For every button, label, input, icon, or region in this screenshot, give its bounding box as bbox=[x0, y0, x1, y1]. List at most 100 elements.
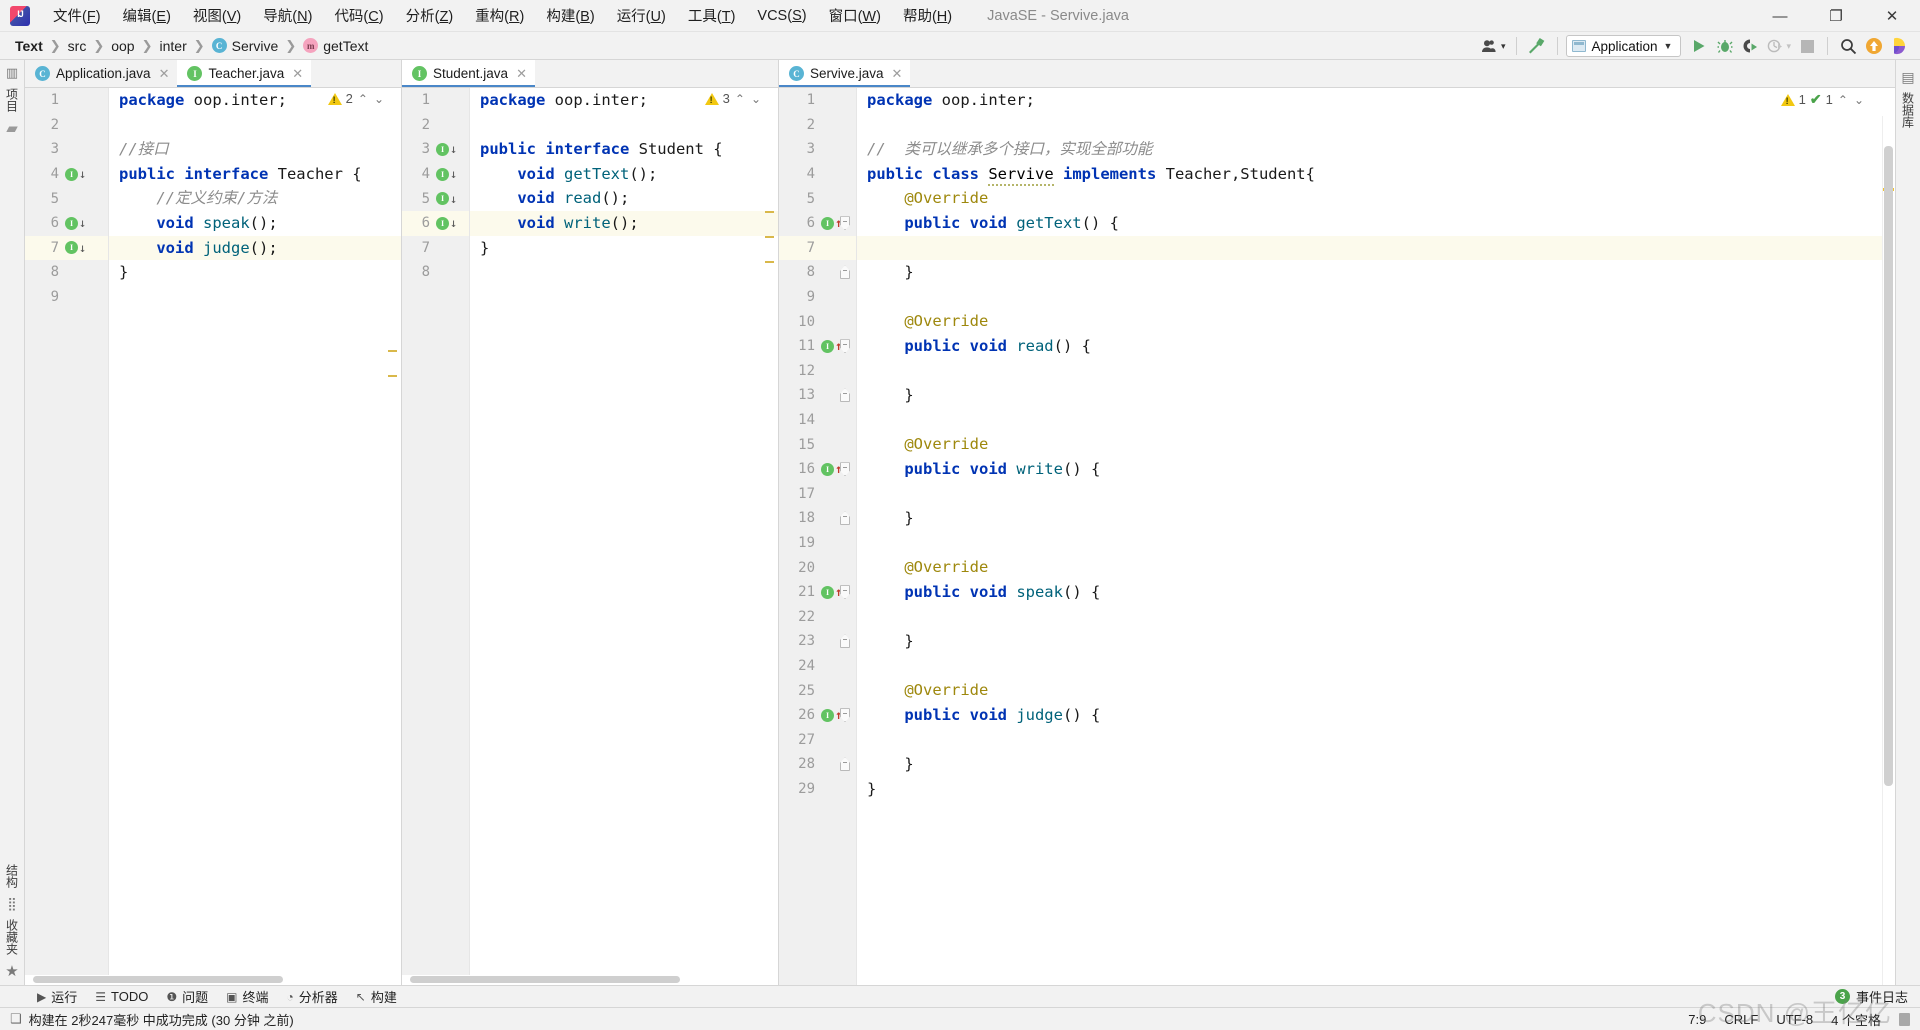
code-line[interactable] bbox=[857, 113, 1895, 138]
fold-region-end-icon[interactable] bbox=[840, 511, 850, 526]
gutter-row[interactable]: 18 bbox=[779, 506, 856, 531]
code-line[interactable]: void judge(); bbox=[109, 235, 401, 261]
gutter-row[interactable]: 8 bbox=[779, 260, 856, 285]
menu-tools[interactable]: 工具(T) bbox=[677, 2, 747, 29]
code-line[interactable] bbox=[857, 727, 1895, 752]
menu-run[interactable]: 运行(U) bbox=[606, 2, 677, 29]
structure-blocks-icon[interactable]: ⣿ bbox=[7, 897, 17, 910]
code-line[interactable]: public void getText() { bbox=[857, 211, 1895, 236]
prev-problem-button-1[interactable]: ⌃ bbox=[357, 92, 369, 106]
status-message[interactable]: 构建在 2秒247毫秒 中成功完成 (30 分钟 之前) bbox=[29, 1010, 294, 1029]
scrollbar-thumb[interactable] bbox=[33, 976, 283, 983]
code-line[interactable] bbox=[857, 408, 1895, 433]
gutter-row[interactable]: 19 bbox=[779, 531, 856, 556]
gutter-row[interactable]: 3 bbox=[25, 137, 108, 162]
code-line[interactable]: void speak(); bbox=[109, 211, 401, 236]
gutter-row[interactable]: 7 I ↓ bbox=[25, 235, 108, 261]
menu-build[interactable]: 构建(B) bbox=[535, 2, 605, 29]
scrollbar-thumb[interactable] bbox=[410, 976, 680, 983]
implementation-marker-icon[interactable]: I bbox=[65, 241, 78, 255]
gutter-row[interactable]: 16 I ↑ bbox=[779, 457, 856, 482]
gutter-row[interactable]: 1 bbox=[402, 88, 469, 113]
gutter-marker[interactable]: I ↑ bbox=[821, 339, 842, 353]
code-line[interactable]: public interface Student { bbox=[470, 137, 778, 162]
gutter-marker[interactable]: I ↓ bbox=[436, 216, 457, 230]
folder-icon[interactable]: ▰ bbox=[6, 121, 18, 136]
gutter-row[interactable]: 8 bbox=[402, 260, 469, 285]
menu-refactor[interactable]: 重构(R) bbox=[464, 2, 535, 29]
implementation-marker-icon[interactable]: I bbox=[65, 216, 78, 230]
gutter-marker[interactable]: I ↑ bbox=[821, 585, 842, 599]
sidebar-item-database[interactable]: 数据库 bbox=[1900, 90, 1917, 130]
gutter-row[interactable]: 10 bbox=[779, 309, 856, 334]
code-line[interactable]: void read(); bbox=[470, 186, 778, 211]
gutter-row[interactable]: 4 bbox=[779, 162, 856, 187]
code-line[interactable]: } bbox=[109, 260, 401, 285]
prev-problem-button-2[interactable]: ⌃ bbox=[734, 92, 746, 106]
code-line[interactable]: @Override bbox=[857, 186, 1895, 211]
breadcrumb-item-src[interactable]: src bbox=[63, 36, 92, 56]
code-line[interactable] bbox=[857, 531, 1895, 556]
gutter-row[interactable]: 23 bbox=[779, 629, 856, 654]
gutter-row[interactable]: 15 bbox=[779, 432, 856, 457]
menu-code[interactable]: 代码(C) bbox=[323, 2, 394, 29]
editor-code-3[interactable]: package oop.inter; // 类可以继承多个接口，实现全部功能 pu… bbox=[857, 88, 1895, 985]
gutter-row[interactable]: 28 bbox=[779, 752, 856, 777]
breadcrumb-item-inter[interactable]: inter bbox=[155, 36, 192, 56]
editor-tab-application[interactable]: C Application.java ✕ bbox=[25, 60, 178, 87]
code-line[interactable] bbox=[470, 113, 778, 138]
code-line[interactable] bbox=[109, 113, 401, 138]
implemented-by-arrow-icon[interactable]: ↓ bbox=[450, 193, 457, 205]
implementation-marker-icon[interactable]: I bbox=[436, 216, 449, 230]
code-line[interactable]: @Override bbox=[857, 309, 1895, 334]
gutter-row[interactable]: 17 bbox=[779, 482, 856, 507]
code-line[interactable]: void write(); bbox=[470, 210, 778, 236]
maximize-button[interactable]: ❐ bbox=[1808, 0, 1864, 32]
gutter-marker[interactable]: I ↑ bbox=[821, 708, 842, 722]
minimize-button[interactable]: — bbox=[1752, 0, 1808, 32]
code-line[interactable]: package oop.inter; bbox=[857, 88, 1895, 113]
menu-file[interactable]: 文件(F) bbox=[42, 2, 112, 29]
implementation-marker-icon[interactable]: I bbox=[821, 216, 834, 230]
close-tab-icon[interactable]: ✕ bbox=[516, 66, 527, 82]
gutter-row[interactable]: 21 I ↑ bbox=[779, 580, 856, 605]
implementation-marker-icon[interactable]: I bbox=[821, 585, 834, 599]
project-structure-icon[interactable]: ▥ bbox=[6, 66, 18, 79]
fold-region-end-icon[interactable] bbox=[840, 388, 850, 403]
tool-window-profiler[interactable]: ◔ 分析器 bbox=[277, 985, 346, 1008]
search-magnifier-icon[interactable] bbox=[1836, 34, 1860, 58]
editor-gutter-3[interactable]: 1 2 3 4 5 6 I ↑ 7 8 9 10 11 I ↑ 12 13 14 15 16 I ↑ 17 18 19 20 21 I… bbox=[779, 88, 857, 985]
code-line[interactable] bbox=[470, 260, 778, 285]
close-tab-icon[interactable]: ✕ bbox=[159, 66, 170, 82]
menu-view[interactable]: 视图(V) bbox=[182, 2, 252, 29]
sidebar-item-favorites[interactable]: 收藏夹 bbox=[4, 917, 21, 957]
code-line[interactable]: } bbox=[857, 383, 1895, 408]
code-line[interactable]: @Override bbox=[857, 432, 1895, 457]
implementation-marker-icon[interactable]: I bbox=[65, 167, 78, 181]
gutter-marker[interactable]: I ↓ bbox=[65, 167, 86, 181]
gutter-row[interactable]: 9 bbox=[25, 285, 108, 310]
user-silhouette-icon[interactable]: ▾ bbox=[1479, 34, 1508, 58]
gutter-row[interactable]: 12 bbox=[779, 359, 856, 384]
code-line[interactable]: public interface Teacher { bbox=[109, 162, 401, 187]
tool-window-run[interactable]: ▶ 运行 bbox=[28, 985, 86, 1008]
gutter-row[interactable]: 8 bbox=[25, 260, 108, 285]
indent-setting[interactable]: 4 个空格 bbox=[1831, 1010, 1881, 1029]
code-line[interactable] bbox=[857, 235, 1895, 261]
code-line[interactable] bbox=[857, 285, 1895, 310]
gutter-marker[interactable]: I ↓ bbox=[436, 167, 457, 181]
gutter-row[interactable]: 4 I ↓ bbox=[402, 162, 469, 187]
gutter-row[interactable]: 14 bbox=[779, 408, 856, 433]
run-play-icon[interactable] bbox=[1687, 34, 1711, 58]
breadcrumb-item-text[interactable]: Text bbox=[10, 36, 48, 56]
inspection-widget-2[interactable]: 3 ⌃ ⌄ bbox=[704, 91, 762, 106]
breadcrumb-item-servive[interactable]: C Servive bbox=[207, 36, 284, 56]
gutter-row[interactable]: 4 I ↓ bbox=[25, 162, 108, 187]
menu-edit[interactable]: 编辑(E) bbox=[112, 2, 182, 29]
gutter-marker[interactable]: I ↓ bbox=[436, 142, 457, 156]
gutter-row[interactable]: 26 I ↑ bbox=[779, 703, 856, 728]
implementation-marker-icon[interactable]: I bbox=[436, 142, 449, 156]
gutter-row[interactable]: 22 bbox=[779, 604, 856, 629]
implemented-by-arrow-icon[interactable]: ↓ bbox=[79, 242, 86, 254]
editor-tab-servive[interactable]: C Servive.java ✕ bbox=[779, 60, 911, 87]
